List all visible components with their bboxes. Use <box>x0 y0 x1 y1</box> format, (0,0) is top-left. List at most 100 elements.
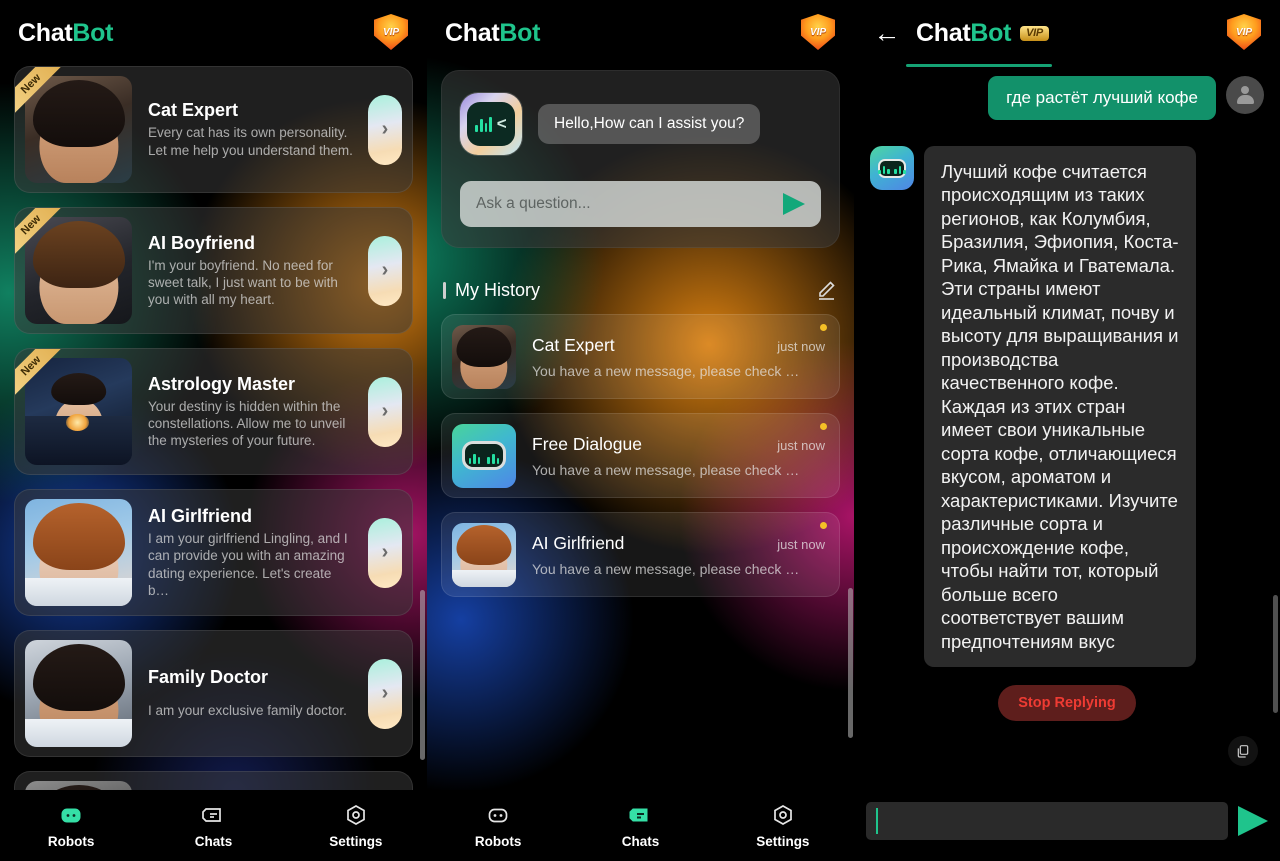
avatar-hair <box>50 372 107 406</box>
equalizer-icon <box>878 163 890 174</box>
robot-card-family-doctor[interactable]: Family Doctor I am your exclusive family… <box>14 630 413 757</box>
chats-icon <box>627 802 653 828</box>
avatar-clothing <box>25 719 132 747</box>
chevron-right-icon[interactable]: › <box>368 235 402 306</box>
app-title-second: Bot <box>970 18 1012 47</box>
robot-card-ai-girlfriend[interactable]: AI Girlfriend I am your girlfriend Lingl… <box>14 489 413 616</box>
history-item-top: Free Dialogue just now <box>532 434 825 455</box>
conversation-scroll[interactable]: где растёт лучший кофе Лучший кофе счита… <box>854 66 1280 778</box>
user-avatar <box>1226 76 1264 114</box>
robot-card-cat-expert[interactable]: New Cat Expert Every cat has its own per… <box>14 66 413 193</box>
avatar-hair <box>32 644 125 711</box>
robot-card-astrology-master[interactable]: New Astrology Master Your destiny is hid… <box>14 348 413 475</box>
vip-inline-badge[interactable]: VIP <box>1020 25 1049 41</box>
history-item-body: Cat Expert just now You have a new messa… <box>516 335 825 379</box>
nav-item-robots[interactable]: Robots <box>427 802 569 849</box>
nav-item-robots[interactable]: Robots <box>0 802 142 849</box>
message-bot: Лучший кофе считается происходящим из та… <box>870 146 1264 668</box>
chevron-right-icon[interactable]: › <box>368 658 402 729</box>
edit-pencil-icon[interactable] <box>814 278 838 302</box>
robot-card-ai-boyfriend[interactable]: New AI Boyfriend I'm your boyfriend. No … <box>14 207 413 334</box>
history-item-ai-girlfriend[interactable]: AI Girlfriend just now You have a new me… <box>441 512 840 597</box>
app-title: ChatBot VIP <box>916 19 1049 48</box>
free-dialogue-bot-icon: < <box>460 93 522 155</box>
greeting-card: < Hello,How can I assist you? Ask a ques… <box>441 70 840 248</box>
history-item-time: just now <box>777 437 825 453</box>
history-item-preview: You have a new message, please check … <box>532 362 800 379</box>
chevron-right-icon[interactable]: › <box>368 94 402 165</box>
unread-dot <box>820 324 827 331</box>
robot-list-scrollbar[interactable] <box>420 590 425 760</box>
history-item-preview: You have a new message, please check … <box>532 560 800 577</box>
vip-badge-button[interactable]: VIP <box>1222 10 1266 54</box>
ai-boyfriend-avatar <box>25 217 132 324</box>
top-bar-chats: ChatBot VIP <box>427 0 854 66</box>
equalizer-icon <box>468 448 481 464</box>
robot-icon <box>485 802 511 828</box>
avatar-glow <box>65 413 90 431</box>
vip-label: VIP <box>1235 26 1253 38</box>
nav-label: Chats <box>621 834 660 849</box>
send-icon[interactable] <box>783 193 805 215</box>
history-list: Cat Expert just now You have a new messa… <box>427 314 854 597</box>
vip-label: VIP <box>382 26 400 38</box>
family-doctor-avatar <box>25 640 132 747</box>
vip-badge-button[interactable]: VIP <box>796 10 840 54</box>
equalizer-icon <box>894 163 906 174</box>
send-icon[interactable] <box>1238 806 1268 836</box>
panel-chats: ChatBot VIP < Hello,How can I assist you… <box>427 0 854 861</box>
stop-replying-button[interactable]: Stop Replying <box>998 685 1136 722</box>
nav-item-settings[interactable]: Settings <box>285 802 427 849</box>
app-title-second: Bot <box>72 18 114 47</box>
avatar-hair <box>456 525 512 565</box>
history-item-free-dialogue[interactable]: Free Dialogue just now You have a new me… <box>441 413 840 498</box>
history-item-name: AI Girlfriend <box>532 532 625 553</box>
back-arrow-icon[interactable]: ← <box>872 18 902 48</box>
ask-question-input[interactable]: Ask a question... <box>460 181 821 227</box>
history-item-body: AI Girlfriend just now You have a new me… <box>516 533 825 577</box>
history-item-name: Cat Expert <box>532 334 615 355</box>
robot-description: I'm your boyfriend. No need for sweet ta… <box>148 257 338 308</box>
chevron-right-icon[interactable]: › <box>368 517 402 588</box>
robot-name: Astrology Master <box>148 373 296 394</box>
nav-item-chats[interactable]: Chats <box>569 802 711 849</box>
section-accent-bar <box>443 281 446 299</box>
history-item-cat-expert[interactable]: Cat Expert just now You have a new messa… <box>441 314 840 399</box>
robot-info: Cat Expert Every cat has its own persona… <box>132 100 368 159</box>
nav-label: Robots <box>474 834 522 849</box>
history-item-name: Free Dialogue <box>532 433 642 454</box>
avatar-clothing <box>452 569 516 587</box>
app-title: ChatBot <box>445 19 540 48</box>
ask-placeholder: Ask a question... <box>476 195 591 212</box>
message-input[interactable] <box>866 802 1228 840</box>
avatar-hair <box>456 327 512 367</box>
vip-badge-button[interactable]: VIP <box>369 10 413 54</box>
ai-girlfriend-avatar <box>452 522 516 587</box>
history-header: My History <box>443 278 838 302</box>
app-title-first: Chat <box>445 18 500 47</box>
avatar-hair <box>32 80 125 147</box>
nav-item-chats[interactable]: Chats <box>142 802 284 849</box>
cat-expert-avatar <box>25 76 132 183</box>
chevron-left-icon: < <box>496 114 507 133</box>
nav-item-settings[interactable]: Settings <box>712 802 854 849</box>
ai-girlfriend-avatar <box>25 499 132 606</box>
vip-shield-icon: VIP <box>374 14 408 50</box>
history-item-preview: You have a new message, please check … <box>532 461 800 478</box>
bot-face <box>878 158 906 178</box>
history-list-scrollbar[interactable] <box>848 588 853 738</box>
bot-avatar-art <box>452 423 516 488</box>
copy-icon[interactable] <box>1228 736 1258 766</box>
bot-face <box>462 441 506 470</box>
robot-info: Astrology Master Your destiny is hidden … <box>132 374 368 450</box>
history-item-time: just now <box>777 338 825 354</box>
loading-progress-bar <box>906 64 1052 67</box>
message-user: где растёт лучший кофе <box>870 76 1264 120</box>
stop-replying-wrap: Stop Replying <box>870 685 1264 722</box>
cat-expert-avatar <box>452 324 516 389</box>
bot-face: < <box>467 102 515 146</box>
panel-conversation: ← ChatBot VIP VIP где растёт лучший кофе <box>854 0 1280 861</box>
chevron-right-icon[interactable]: › <box>368 376 402 447</box>
robot-icon <box>58 802 84 828</box>
conversation-scrollbar[interactable] <box>1273 595 1278 713</box>
